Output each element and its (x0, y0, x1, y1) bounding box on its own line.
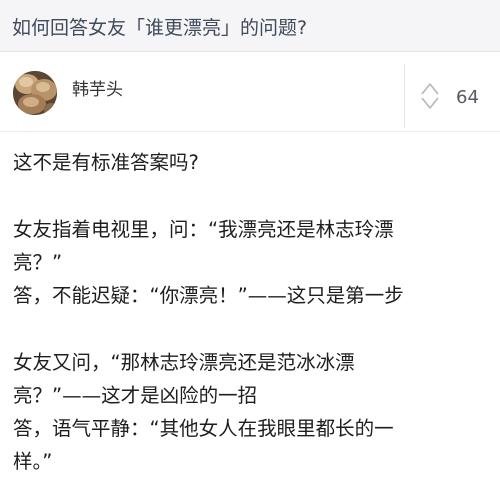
vote-arrows-icon[interactable] (421, 81, 439, 111)
vote-box[interactable]: 64 (405, 52, 500, 132)
answer-line: 样。” (13, 450, 53, 473)
answer-line: 女友指着电视里，问：“我漂亮还是林志玲漂 (13, 218, 394, 241)
answer-header: 韩芋头 64 (0, 52, 500, 132)
author-name[interactable]: 韩芋头 (72, 75, 123, 100)
answer-line: 亮？” (13, 251, 63, 274)
question-header[interactable]: 如何回答女友「谁更漂亮」的问题? (0, 0, 500, 52)
answer-content: 这不是有标准答案吗? 女友指着电视里，问：“我漂亮还是林志玲漂 亮？” 答，不能… (13, 146, 487, 478)
question-title[interactable]: 如何回答女友「谁更漂亮」的问题? (12, 13, 307, 40)
answer-line: 答，语气平静：“其他女人在我眼里都长的一 (13, 417, 394, 440)
answer-line: 答，不能迟疑：“你漂亮！”——这只是第一步 (13, 284, 404, 307)
vote-count: 64 (456, 87, 479, 108)
answer-line: 女友又问，“那林志玲漂亮还是范冰冰漂 (13, 351, 355, 374)
answer-line: 这不是有标准答案吗? (13, 151, 199, 174)
food-photo-avatar-icon (13, 71, 57, 115)
answer-line: 亮？”——这才是凶险的一招 (13, 384, 258, 407)
author-avatar[interactable] (13, 71, 57, 115)
